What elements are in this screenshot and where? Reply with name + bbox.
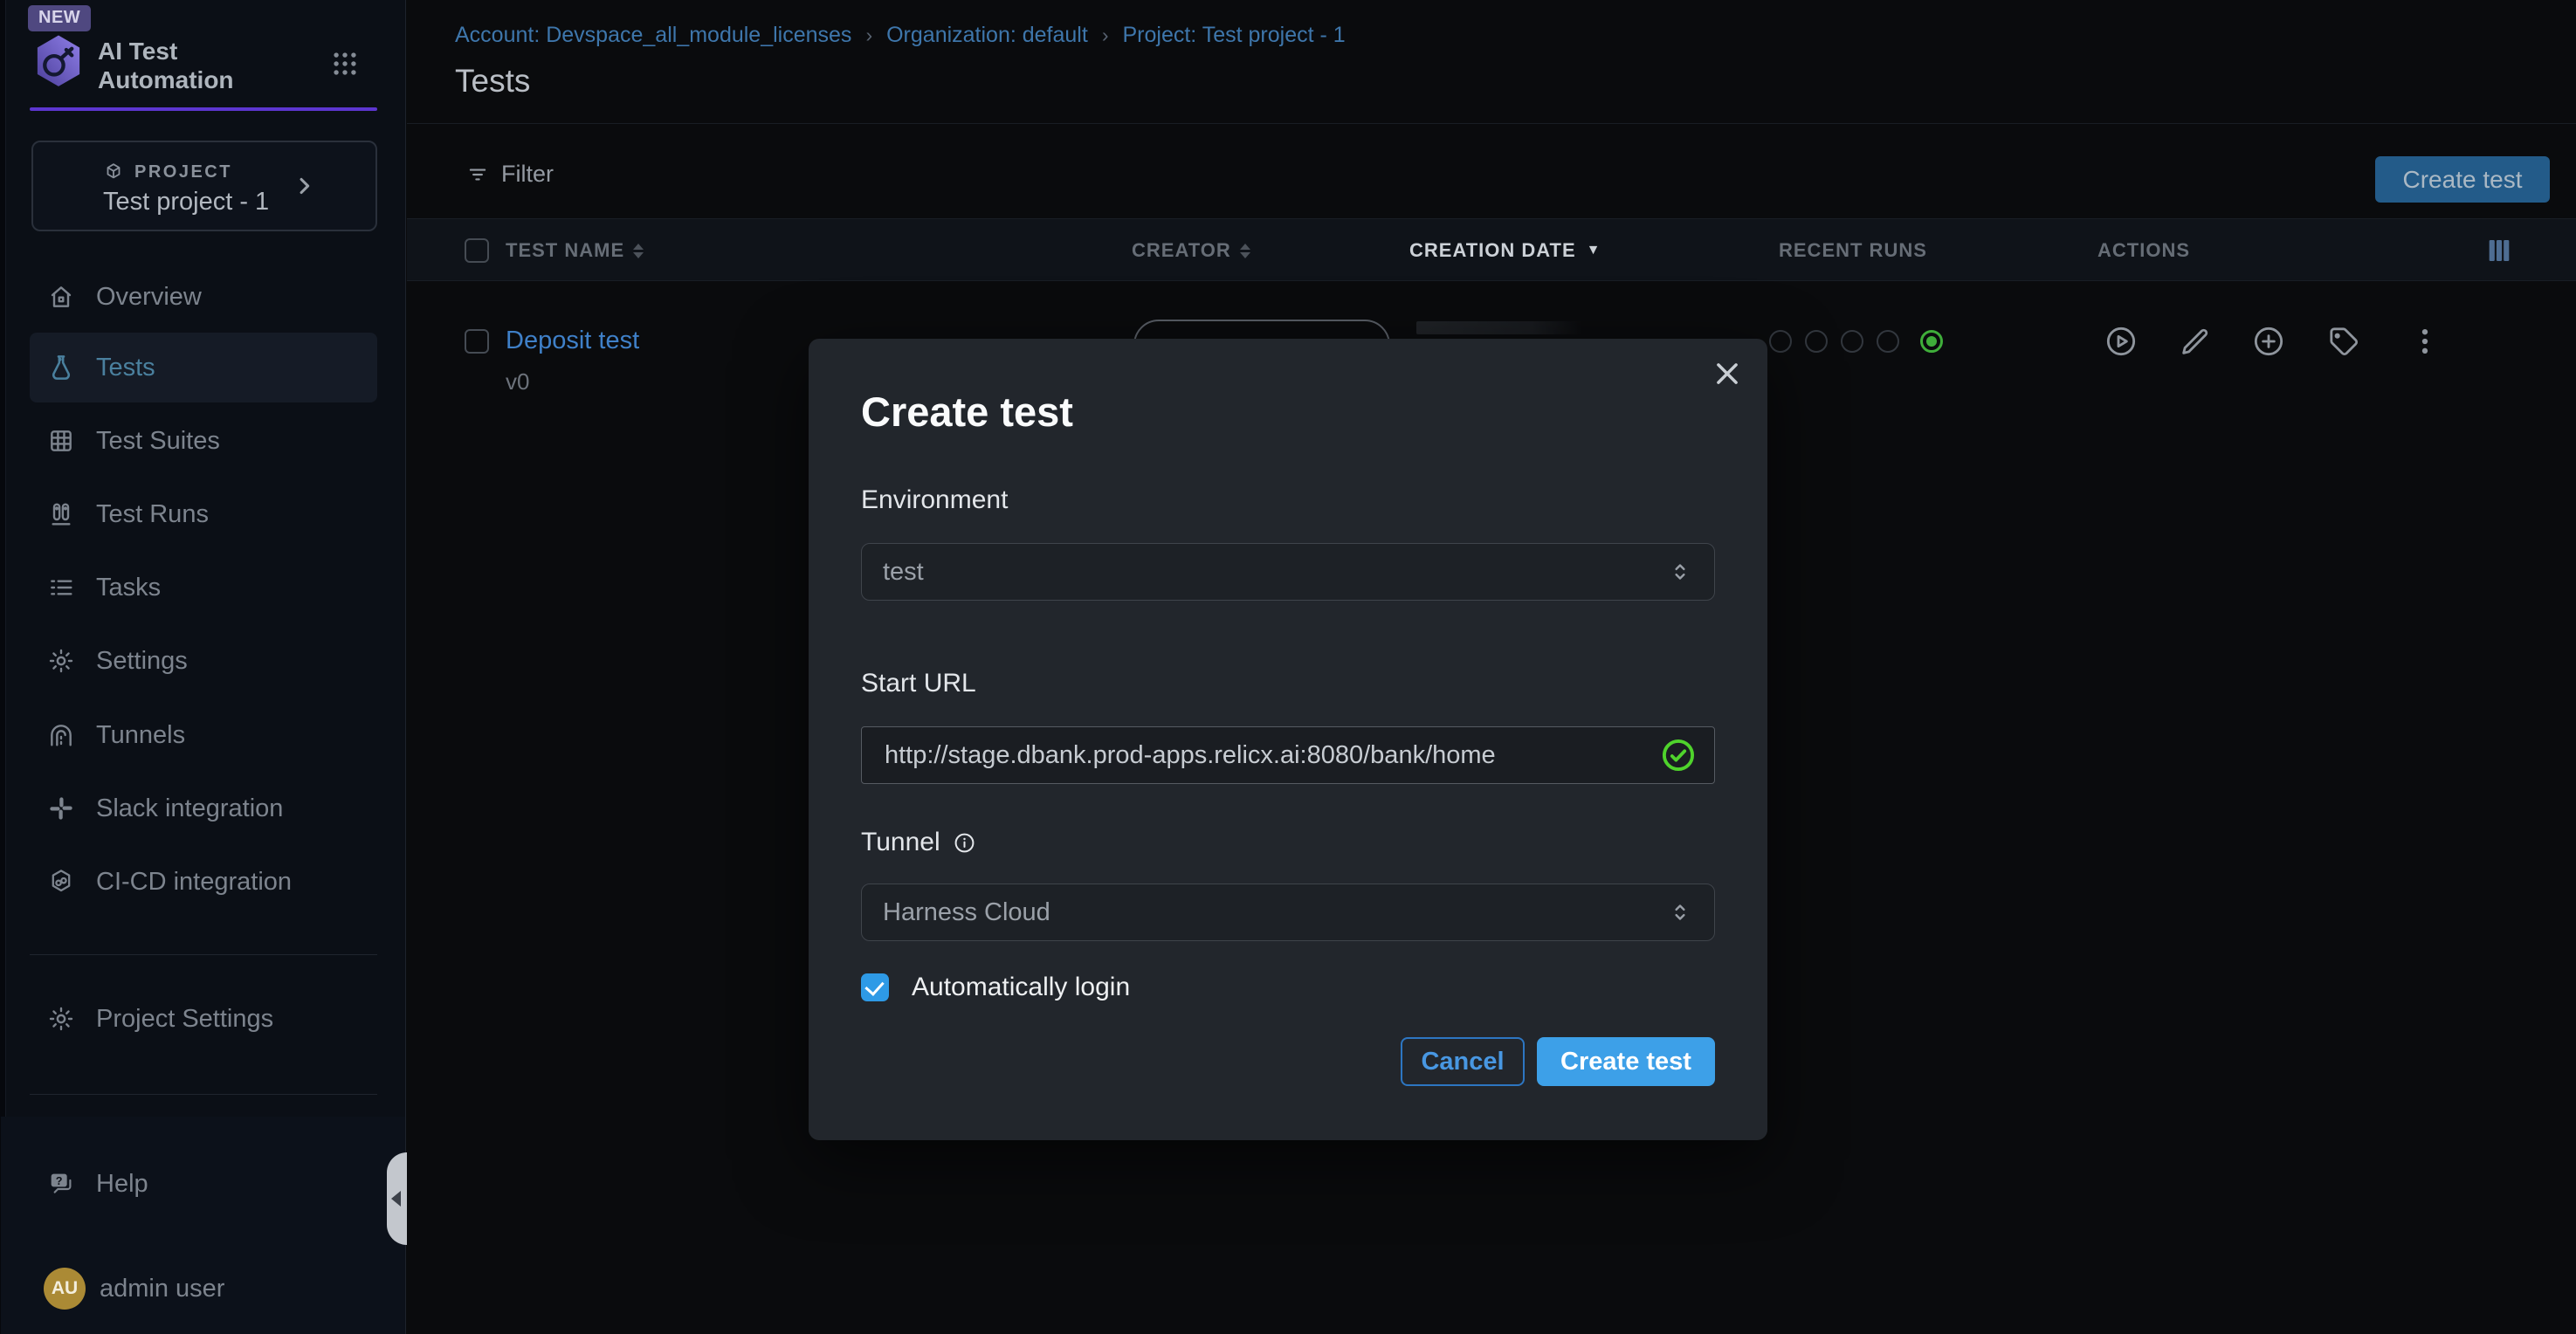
select-all-checkbox[interactable]: [465, 238, 489, 263]
close-icon[interactable]: [1708, 354, 1746, 393]
new-badge: NEW: [28, 5, 91, 31]
breadcrumb-separator: ›: [865, 24, 872, 47]
info-icon[interactable]: [953, 831, 976, 855]
svg-text:?: ?: [56, 1175, 63, 1187]
app-root: NEW AI Test Automation: [0, 0, 2576, 1334]
user-menu[interactable]: AU admin user: [30, 1254, 377, 1324]
url-valid-check-icon: [1660, 737, 1697, 774]
home-icon: [47, 283, 75, 311]
sort-arrows-icon: [1240, 244, 1250, 258]
tunnel-label: Tunnel: [861, 828, 976, 857]
filter-button[interactable]: Filter: [466, 161, 554, 188]
cancel-button[interactable]: Cancel: [1401, 1037, 1525, 1086]
apps-grid-icon[interactable]: [330, 49, 360, 79]
sidebar-item-overview[interactable]: Overview: [30, 262, 377, 332]
column-settings-icon[interactable]: [2485, 237, 2513, 265]
test-name-link[interactable]: Deposit test: [506, 327, 639, 355]
sidebar-item-test-suites[interactable]: Test Suites: [30, 406, 377, 476]
collapse-arrow-icon: [391, 1191, 401, 1207]
sidebar-item-project-settings[interactable]: Project Settings: [30, 984, 377, 1054]
column-header-test-name[interactable]: TEST NAME: [506, 219, 644, 282]
auto-login-row: Automatically login: [861, 973, 1130, 1002]
test-version: v0: [506, 368, 529, 395]
project-label: PROJECT: [134, 162, 232, 182]
add-icon[interactable]: [2251, 324, 2286, 359]
sidebar-collapse-handle[interactable]: [387, 1152, 407, 1245]
tag-icon[interactable]: [2325, 324, 2360, 359]
sidebar-item-tasks[interactable]: Tasks: [30, 553, 377, 622]
modal-title: Create test: [861, 388, 1073, 436]
run-test-icon[interactable]: [2104, 324, 2139, 359]
app-logo-icon: [31, 33, 86, 91]
columns-run-icon: [47, 500, 75, 528]
auto-login-label: Automatically login: [912, 973, 1130, 1002]
run-status-dot-passed[interactable]: [1920, 330, 1943, 353]
select-chevrons-icon: [1667, 899, 1693, 925]
run-status-dot[interactable]: [1877, 330, 1899, 353]
help-chat-icon: ?: [47, 1170, 75, 1198]
header-divider: [407, 123, 2576, 124]
page-title: Tests: [455, 63, 530, 100]
sidebar-divider: [30, 1094, 377, 1095]
sidebar-item-settings[interactable]: Settings: [30, 626, 377, 696]
breadcrumb-organization[interactable]: Organization: default: [886, 23, 1088, 48]
sidebar-item-tunnels[interactable]: Tunnels: [30, 700, 377, 770]
breadcrumb-account[interactable]: Account: Devspace_all_module_licenses: [455, 23, 851, 48]
cube-icon: [103, 162, 124, 182]
tunnel-icon: [47, 721, 75, 749]
sort-arrows-icon: [633, 244, 644, 258]
project-name: Test project - 1: [103, 188, 269, 217]
slack-icon: [47, 794, 75, 822]
tunnel-select[interactable]: Harness Cloud: [861, 884, 1715, 941]
sort-desc-icon: ▼: [1587, 243, 1601, 258]
run-status-dot[interactable]: [1805, 330, 1828, 353]
select-chevrons-icon: [1667, 559, 1693, 585]
sidebar-item-cicd-integration[interactable]: CI-CD integration: [30, 847, 377, 917]
filter-icon: [466, 163, 489, 186]
start-url-input[interactable]: http://stage.dbank.prod-apps.relicx.ai:8…: [861, 726, 1715, 784]
creation-date-clipped: [1416, 321, 1582, 334]
project-selector[interactable]: PROJECT Test project - 1: [31, 141, 377, 231]
sidebar: NEW AI Test Automation: [0, 0, 406, 1334]
flask-icon: [47, 354, 75, 382]
gear-icon: [47, 647, 75, 675]
sidebar-item-test-runs[interactable]: Test Runs: [30, 479, 377, 549]
user-name: admin user: [100, 1275, 224, 1303]
run-status-dot[interactable]: [1841, 330, 1863, 353]
app-title: AI Test Automation: [98, 37, 234, 94]
list-icon: [47, 574, 75, 602]
brand-accent-divider: [30, 107, 377, 111]
breadcrumb: Account: Devspace_all_module_licenses › …: [455, 23, 1346, 48]
sidebar-item-slack-integration[interactable]: Slack integration: [30, 774, 377, 843]
breadcrumb-separator: ›: [1102, 24, 1109, 47]
column-header-actions: ACTIONS: [2097, 219, 2190, 282]
grid-icon: [47, 427, 75, 455]
environment-select[interactable]: test: [861, 543, 1715, 601]
edit-icon[interactable]: [2178, 324, 2213, 359]
auto-login-checkbox[interactable]: [861, 973, 889, 1001]
sidebar-divider: [30, 954, 377, 955]
create-test-submit-button[interactable]: Create test: [1537, 1037, 1715, 1086]
avatar: AU: [44, 1268, 86, 1310]
start-url-label: Start URL: [861, 669, 976, 698]
gear-icon: [47, 1005, 75, 1033]
sidebar-item-tests[interactable]: Tests: [30, 333, 377, 402]
create-test-modal: Create test Environment test Start URL h…: [809, 339, 1767, 1140]
kebab-menu-icon[interactable]: [2407, 324, 2442, 359]
column-header-creator[interactable]: CREATOR: [1132, 219, 1250, 282]
row-checkbox[interactable]: [465, 329, 489, 354]
breadcrumb-project[interactable]: Project: Test project - 1: [1122, 23, 1345, 48]
column-header-recent-runs: RECENT RUNS: [1779, 219, 1927, 282]
sidebar-item-help[interactable]: ? Help: [30, 1149, 377, 1219]
run-status-dot[interactable]: [1769, 330, 1792, 353]
table-header: TEST NAME CREATOR CREATION DATE ▼ RECENT…: [407, 218, 2576, 281]
column-header-creation-date[interactable]: CREATION DATE ▼: [1409, 219, 1601, 282]
environment-label: Environment: [861, 485, 1008, 515]
hexagon-link-icon: [47, 868, 75, 896]
chevron-right-icon: [292, 174, 316, 198]
create-test-button[interactable]: Create test: [2375, 156, 2550, 203]
